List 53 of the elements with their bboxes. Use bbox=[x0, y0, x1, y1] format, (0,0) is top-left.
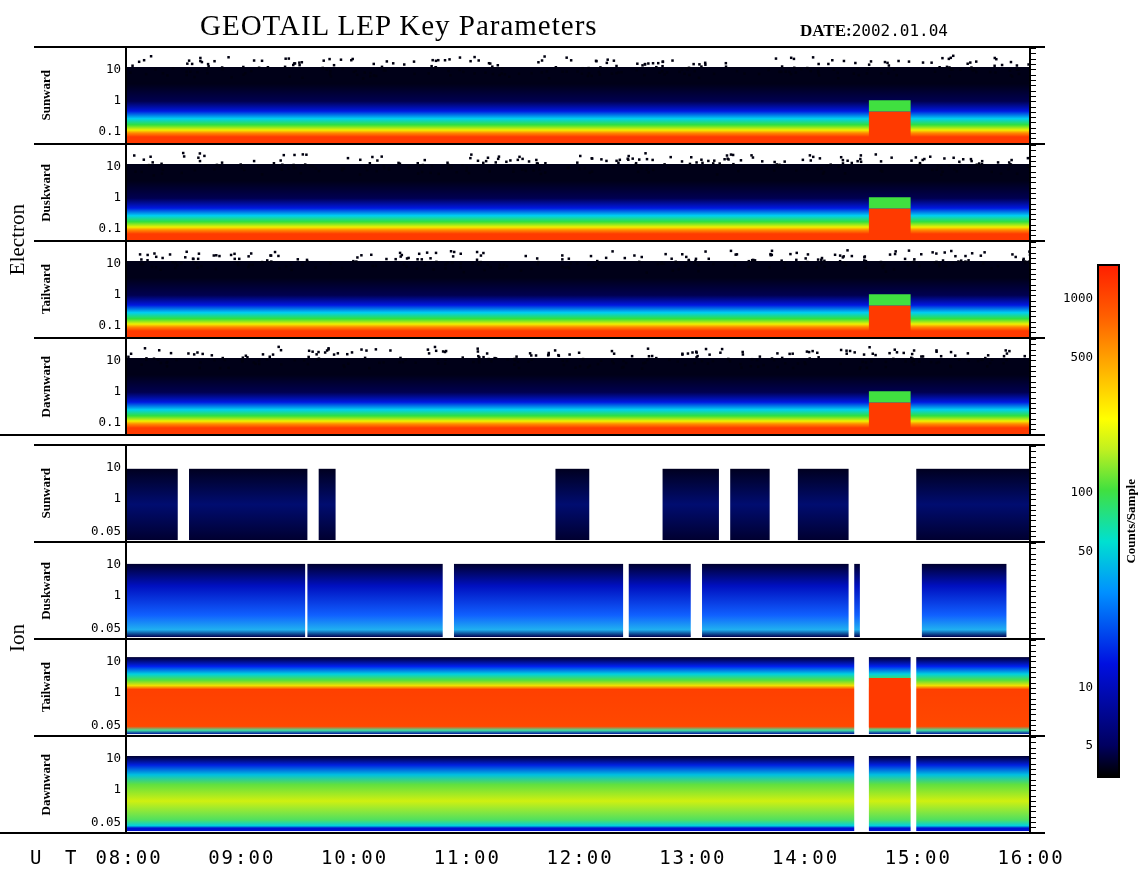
panel-label: Tailward bbox=[38, 264, 54, 315]
x-tick-label: 15:00 bbox=[884, 846, 952, 868]
x-tick-label: 16:00 bbox=[997, 846, 1065, 868]
colorbar-tick-label: 50 bbox=[1077, 544, 1093, 558]
y-tick-label: 10 bbox=[105, 354, 121, 367]
y-tick-label: 10 bbox=[105, 63, 121, 76]
x-tick-label: 12:00 bbox=[546, 846, 614, 868]
group-label: Electron bbox=[4, 204, 30, 276]
y-tick-label: 10 bbox=[105, 461, 121, 474]
colorbar-tick-label: 100 bbox=[1070, 486, 1093, 499]
y-tick-label: 10 bbox=[105, 558, 121, 571]
y-tick-label: 10 bbox=[105, 752, 121, 765]
y-tick-label: 10 bbox=[105, 257, 121, 270]
y-tick-label: 1 bbox=[113, 287, 121, 301]
panel-label: Dawnward bbox=[38, 355, 54, 418]
y-tick-label: 0.05 bbox=[90, 621, 121, 634]
y-tick-label: 1 bbox=[113, 93, 121, 107]
y-tick-label: 10 bbox=[105, 655, 121, 668]
panel-label: Dawnward bbox=[38, 753, 54, 816]
colorbar-tick-label: 10 bbox=[1077, 680, 1093, 693]
y-tick-label: 0.05 bbox=[90, 815, 121, 828]
y-tick-label: 10 bbox=[105, 160, 121, 173]
colorbar-tick-label: 500 bbox=[1070, 350, 1093, 363]
y-tick-label: 0.1 bbox=[98, 415, 121, 428]
panel-label: Tailward bbox=[38, 662, 54, 713]
y-tick-label: 1 bbox=[113, 685, 121, 699]
plot-title: GEOTAIL LEP Key Parameters bbox=[200, 9, 599, 43]
y-tick-label: 0.1 bbox=[98, 124, 121, 137]
panel-label: Sunward bbox=[38, 70, 54, 121]
x-tick-label: 14:00 bbox=[771, 846, 840, 868]
panel-label: Duskward bbox=[38, 163, 54, 222]
x-tick-label: 08:00 bbox=[95, 846, 163, 868]
y-tick-label: 1 bbox=[113, 384, 121, 398]
y-tick-label: 0.1 bbox=[98, 221, 121, 234]
y-tick-label: 0.05 bbox=[90, 718, 121, 731]
y-tick-label: 1 bbox=[113, 491, 121, 505]
time-axis-label: U T bbox=[30, 846, 77, 870]
y-tick-label: 1 bbox=[113, 782, 121, 796]
x-tick-label: 10:00 bbox=[320, 846, 389, 868]
y-tick-label: 1 bbox=[113, 190, 121, 204]
x-tick-label: 11:00 bbox=[433, 846, 501, 868]
x-tick-label: 09:00 bbox=[208, 846, 276, 868]
group-label: Ion bbox=[4, 624, 30, 652]
colorbar-tick-label: 1000 bbox=[1062, 291, 1093, 305]
x-tick-label: 13:00 bbox=[659, 846, 727, 868]
date-label: DATE:2002.01.04 bbox=[800, 21, 948, 42]
colorbar-tick-label: 5 bbox=[1085, 738, 1093, 752]
y-tick-label: 1 bbox=[113, 588, 121, 602]
colorbar-label: Counts/Sample bbox=[1123, 478, 1139, 564]
y-tick-label: 0.05 bbox=[90, 524, 121, 537]
panel-label: Duskward bbox=[38, 561, 54, 620]
y-tick-label: 0.1 bbox=[98, 318, 121, 331]
panel-label: Sunward bbox=[38, 468, 54, 519]
